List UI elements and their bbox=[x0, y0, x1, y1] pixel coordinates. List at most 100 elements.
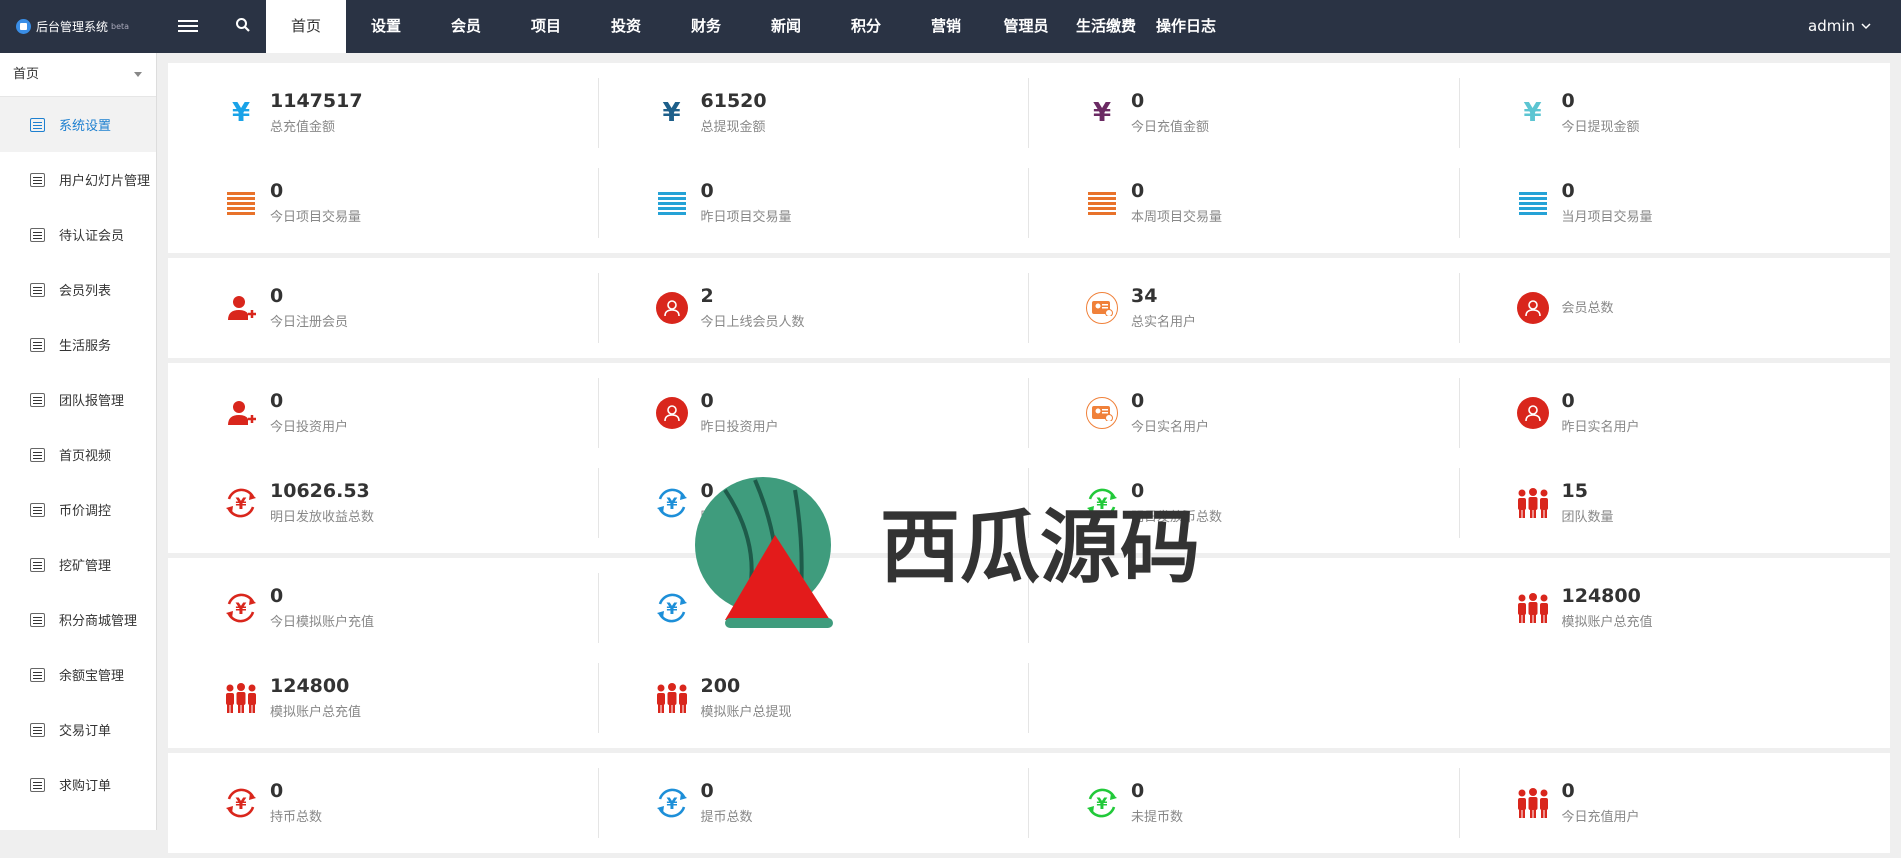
stats-panel: 0 今日投资用户 0 昨日投资用户 0 今日实名用户 0 昨日实名用户 ¥10626.53 明日发… bbox=[168, 363, 1890, 553]
yen-cycle-icon: ¥ bbox=[1084, 785, 1120, 821]
stat-value: 0 bbox=[1131, 480, 1145, 502]
nav-item[interactable]: 生活缴费 bbox=[1066, 0, 1146, 53]
list-icon bbox=[30, 502, 45, 517]
sidebar-head-label: 首页 bbox=[13, 67, 40, 82]
nav-item[interactable]: 财务 bbox=[666, 0, 746, 53]
nav-item[interactable]: 会员 bbox=[426, 0, 506, 53]
id-card-icon bbox=[1084, 290, 1120, 326]
nav-item[interactable]: 积分 bbox=[826, 0, 906, 53]
yen-icon: ¥ bbox=[662, 98, 681, 128]
search-icon[interactable] bbox=[235, 17, 255, 37]
sidebar-item-label: 余额宝管理 bbox=[59, 669, 125, 684]
user-circle-icon bbox=[654, 290, 690, 326]
sidebar-item[interactable]: 交易订单 bbox=[0, 702, 156, 757]
stat-value: 0 bbox=[270, 390, 284, 412]
sidebar-item[interactable]: 待认证会员 bbox=[0, 207, 156, 262]
stat-card: 0 今日项目交易量 bbox=[168, 168, 599, 238]
user-menu[interactable]: admin bbox=[1808, 17, 1871, 35]
stat-card bbox=[1029, 573, 1460, 643]
menu-toggle-icon[interactable] bbox=[178, 17, 198, 37]
bars-icon bbox=[654, 185, 690, 221]
sidebar-item[interactable]: 会员列表 bbox=[0, 262, 156, 317]
stat-value: 124800 bbox=[270, 675, 350, 697]
chevron-down-icon bbox=[1861, 23, 1871, 30]
stat-card: ¥0 持币总数 bbox=[168, 768, 599, 838]
stat-card: 会员总数 bbox=[1460, 273, 1891, 343]
nav-item[interactable]: 管理员 bbox=[986, 0, 1066, 53]
stat-label: 今日实名用户 bbox=[1131, 420, 1210, 435]
stat-value: 0 bbox=[270, 180, 284, 202]
stat-card: ¥0 提币总数 bbox=[599, 768, 1029, 838]
stat-value: 0 bbox=[270, 285, 284, 307]
sidebar-item[interactable]: 币价调控 bbox=[0, 482, 156, 537]
stat-label: 当月项目交易量 bbox=[1561, 210, 1653, 225]
sidebar-item[interactable]: 系统设置 bbox=[0, 97, 156, 152]
stats-panel: ¥0 今日模拟账户充值 ¥124800 模拟账户总充值 124800 模拟账户总充值 200… bbox=[168, 558, 1890, 748]
sidebar: 首页 系统设置 用户幻灯片管理待认证会员会员列表生活服务 团队报管理首页视频币价调控… bbox=[0, 53, 157, 830]
stat-card: 200 模拟账户总提现 bbox=[599, 663, 1029, 733]
list-icon bbox=[30, 447, 45, 462]
sidebar-item[interactable]: 积分商城管理 bbox=[0, 592, 156, 647]
stat-value: 124800 bbox=[1561, 585, 1641, 607]
svg-text:¥: ¥ bbox=[1096, 494, 1107, 513]
sidebar-item[interactable]: 团队报管理 bbox=[0, 372, 156, 427]
sidebar-item[interactable]: 用户幻灯片管理 bbox=[0, 152, 156, 207]
sidebar-item[interactable]: 生活服务 bbox=[0, 317, 156, 372]
svg-text:¥: ¥ bbox=[235, 599, 246, 618]
sidebar-item-label: 会员列表 bbox=[59, 284, 112, 299]
stat-label: 持币总数 bbox=[270, 810, 323, 825]
yen-cycle-icon: ¥ bbox=[654, 485, 690, 521]
nav-item[interactable]: 投资 bbox=[586, 0, 666, 53]
sidebar-head[interactable]: 首页 bbox=[0, 53, 156, 97]
stat-label: 明日发放币总数 bbox=[1131, 510, 1223, 525]
stat-label: 明日 bbox=[700, 510, 727, 525]
top-bar: 后台管理系统 beta 首页 设置 会员 项目 投资 财务 新闻 积分 营销 管理员 生活缴费 操作日… bbox=[0, 0, 1901, 53]
list-icon bbox=[30, 172, 45, 187]
nav-item[interactable]: 营销 bbox=[906, 0, 986, 53]
sidebar-item-label: 交易订单 bbox=[59, 724, 112, 739]
stats-row: ¥0 持币总数 ¥0 提币总数 ¥0 未提币数 0 今日充值用户 bbox=[168, 758, 1890, 848]
stat-card: ¥0 明日 bbox=[599, 468, 1029, 538]
nav-item[interactable]: 首页 bbox=[266, 0, 346, 53]
list-icon bbox=[30, 227, 45, 242]
stat-label: 昨日项目交易量 bbox=[700, 210, 792, 225]
team-icon bbox=[223, 680, 259, 716]
stats-row: 0 今日项目交易量 0 昨日项目交易量 0 本周项目交易量 0 当月项目交易量 bbox=[168, 158, 1890, 248]
stat-card: ¥0 未提币数 bbox=[1029, 768, 1460, 838]
yen-cycle-icon: ¥ bbox=[223, 485, 259, 521]
stat-value: 0 bbox=[700, 180, 714, 202]
stat-card: ¥0 今日提现金额 bbox=[1460, 78, 1891, 148]
top-nav: 首页 设置 会员 项目 投资 财务 新闻 积分 营销 管理员 生活缴费 操作日志 bbox=[266, 0, 1226, 53]
sidebar-item[interactable]: 求购订单 bbox=[0, 757, 156, 812]
yen-cycle-icon: ¥ bbox=[223, 590, 259, 626]
svg-text:¥: ¥ bbox=[1096, 794, 1107, 813]
stat-label: 总充值金额 bbox=[270, 120, 336, 135]
stat-value: 0 bbox=[1561, 390, 1575, 412]
sidebar-item[interactable]: 挖矿管理 bbox=[0, 537, 156, 592]
sidebar-item[interactable]: 余额宝管理 bbox=[0, 647, 156, 702]
sidebar-item[interactable]: 首页视频 bbox=[0, 427, 156, 482]
stats-row: 0 今日注册会员 2 今日上线会员人数 34 总实名用户 会员总数 bbox=[168, 263, 1890, 353]
stat-card: ¥10626.53 明日发放收益总数 bbox=[168, 468, 599, 538]
dashboard: ¥1147517 总充值金额 ¥61520 总提现金额 ¥0 今日充值金额 ¥0 今日提现金额… bbox=[168, 63, 1890, 858]
stat-card: ¥0 今日充值金额 bbox=[1029, 78, 1460, 148]
stat-card: 0 昨日项目交易量 bbox=[599, 168, 1029, 238]
stat-value: 10626.53 bbox=[270, 480, 370, 502]
nav-item[interactable]: 新闻 bbox=[746, 0, 826, 53]
stat-label: 本周项目交易量 bbox=[1131, 210, 1223, 225]
stat-label: 未提币数 bbox=[1131, 810, 1184, 825]
sidebar-item-label: 待认证会员 bbox=[59, 229, 125, 244]
app-logo[interactable]: 后台管理系统 beta bbox=[16, 16, 129, 36]
stat-label: 会员总数 bbox=[1561, 301, 1614, 316]
nav-item[interactable]: 操作日志 bbox=[1146, 0, 1226, 53]
yen-cycle-icon: ¥ bbox=[1084, 485, 1120, 521]
stats-row: 0 今日投资用户 0 昨日投资用户 0 今日实名用户 0 昨日实名用户 bbox=[168, 368, 1890, 458]
stat-card bbox=[1460, 663, 1891, 733]
sidebar-item-label: 币价调控 bbox=[59, 504, 112, 519]
svg-text:¥: ¥ bbox=[235, 494, 246, 513]
sidebar-item-label: 求购订单 bbox=[59, 779, 112, 794]
stats-panel: ¥0 持币总数 ¥0 提币总数 ¥0 未提币数 0 今日充值用户 bbox=[168, 753, 1890, 853]
nav-item[interactable]: 项目 bbox=[506, 0, 586, 53]
sidebar-item-label: 首页视频 bbox=[59, 449, 112, 464]
nav-item[interactable]: 设置 bbox=[346, 0, 426, 53]
